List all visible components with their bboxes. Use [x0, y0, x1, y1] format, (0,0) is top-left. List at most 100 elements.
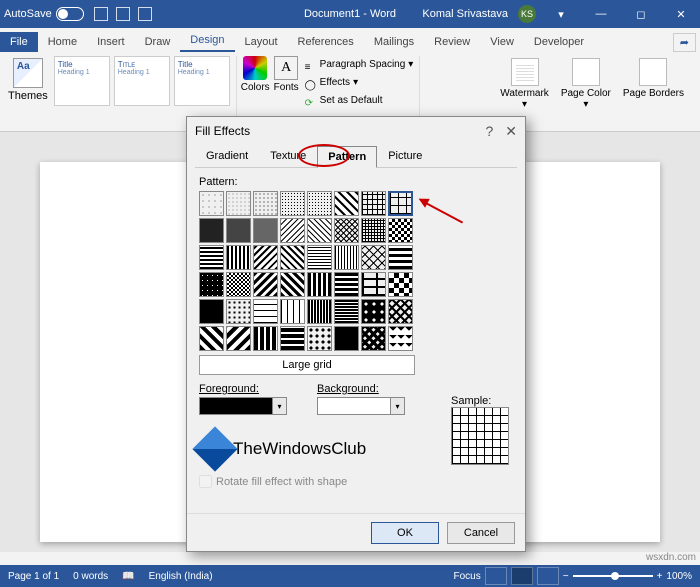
pattern-swatch[interactable]	[307, 326, 332, 351]
zoom-in-icon[interactable]: +	[657, 571, 663, 582]
tab-picture[interactable]: Picture	[377, 145, 433, 167]
tab-insert[interactable]: Insert	[87, 32, 135, 52]
pattern-swatch[interactable]	[388, 272, 413, 297]
tab-mailings[interactable]: Mailings	[364, 32, 424, 52]
close-icon[interactable]: ✕	[505, 123, 517, 140]
style-set-item[interactable]: TitleHeading 1	[174, 56, 230, 106]
themes-button[interactable]: Themes	[6, 56, 50, 104]
maximize-icon[interactable]: ◻	[626, 0, 656, 28]
pattern-swatch[interactable]	[280, 299, 305, 324]
pattern-swatch[interactable]	[199, 272, 224, 297]
pattern-swatch[interactable]	[307, 272, 332, 297]
pattern-swatch[interactable]	[226, 272, 251, 297]
pattern-swatch[interactable]	[253, 272, 278, 297]
pattern-swatch[interactable]	[361, 218, 386, 243]
pattern-swatch[interactable]	[361, 326, 386, 351]
page-color-button[interactable]: Page Color▾	[557, 56, 615, 112]
pattern-swatch[interactable]	[307, 191, 332, 216]
tab-developer[interactable]: Developer	[524, 32, 594, 52]
zoom-out-icon[interactable]: −	[563, 571, 569, 582]
pattern-swatch[interactable]	[388, 299, 413, 324]
pattern-swatch[interactable]	[334, 326, 359, 351]
pattern-swatch[interactable]	[307, 218, 332, 243]
effects-button[interactable]: ◯Effects ▾	[305, 74, 414, 92]
pattern-swatch[interactable]	[388, 245, 413, 270]
pattern-swatch[interactable]	[199, 218, 224, 243]
ribbon-options-icon[interactable]: ▾	[546, 0, 576, 28]
tab-review[interactable]: Review	[424, 32, 480, 52]
pattern-swatch[interactable]	[361, 245, 386, 270]
close-icon[interactable]: ✕	[666, 0, 696, 28]
pattern-swatch[interactable]	[388, 326, 413, 351]
pattern-swatch[interactable]	[253, 191, 278, 216]
save-icon[interactable]	[94, 7, 108, 21]
watermark-button[interactable]: Watermark▾	[496, 56, 553, 112]
pattern-swatch[interactable]	[226, 326, 251, 351]
pattern-swatch[interactable]	[280, 326, 305, 351]
pattern-swatch[interactable]	[361, 299, 386, 324]
set-default-button[interactable]: ⟳Set as Default	[305, 92, 414, 110]
tab-pattern[interactable]: Pattern	[317, 146, 377, 168]
pattern-swatch[interactable]	[253, 326, 278, 351]
pattern-swatch[interactable]	[388, 218, 413, 243]
user-name[interactable]: Komal Srivastava	[422, 8, 508, 20]
ok-button[interactable]: OK	[371, 522, 439, 544]
tab-layout[interactable]: Layout	[235, 32, 288, 52]
tab-draw[interactable]: Draw	[135, 32, 181, 52]
pattern-swatch[interactable]	[280, 245, 305, 270]
foreground-dropdown[interactable]: ▾	[199, 397, 287, 415]
dialog-titlebar[interactable]: Fill Effects ? ✕	[187, 117, 525, 145]
pattern-swatch[interactable]	[253, 299, 278, 324]
pattern-swatch[interactable]	[280, 218, 305, 243]
pattern-swatch[interactable]	[334, 245, 359, 270]
language-indicator[interactable]: English (India)	[149, 571, 213, 582]
pattern-swatch[interactable]	[334, 191, 359, 216]
share-button[interactable]: ➦	[673, 33, 696, 52]
help-icon[interactable]: ?	[485, 123, 493, 140]
background-dropdown[interactable]: ▾	[317, 397, 405, 415]
cancel-button[interactable]: Cancel	[447, 522, 515, 544]
zoom-slider[interactable]	[573, 575, 653, 577]
tab-view[interactable]: View	[480, 32, 524, 52]
spell-check-icon[interactable]: 📖	[122, 571, 134, 582]
word-count[interactable]: 0 words	[73, 571, 108, 582]
web-layout-icon[interactable]	[537, 567, 559, 585]
fonts-button[interactable]: A Fonts	[274, 56, 299, 93]
pattern-swatch[interactable]	[253, 245, 278, 270]
tab-design[interactable]: Design	[180, 30, 234, 52]
pattern-swatch[interactable]	[307, 245, 332, 270]
pattern-swatch[interactable]	[334, 272, 359, 297]
tab-file[interactable]: File	[0, 32, 38, 52]
pattern-swatch[interactable]	[226, 191, 251, 216]
read-mode-icon[interactable]	[485, 567, 507, 585]
pattern-swatch[interactable]	[253, 218, 278, 243]
tab-references[interactable]: References	[288, 32, 364, 52]
pattern-swatch[interactable]	[199, 191, 224, 216]
pattern-swatch[interactable]	[226, 299, 251, 324]
pattern-swatch[interactable]	[280, 191, 305, 216]
pattern-swatch[interactable]	[307, 299, 332, 324]
zoom-level[interactable]: 100%	[666, 571, 692, 582]
pattern-swatch[interactable]	[388, 191, 413, 216]
minimize-icon[interactable]: —	[586, 0, 616, 28]
avatar[interactable]: KS	[518, 5, 536, 23]
page-indicator[interactable]: Page 1 of 1	[8, 571, 59, 582]
pattern-swatch[interactable]	[226, 218, 251, 243]
pattern-swatch[interactable]	[199, 245, 224, 270]
pattern-swatch[interactable]	[361, 272, 386, 297]
undo-icon[interactable]	[116, 7, 130, 21]
page-borders-button[interactable]: Page Borders	[619, 56, 688, 101]
pattern-swatch[interactable]	[199, 326, 224, 351]
focus-mode[interactable]: Focus	[454, 571, 481, 582]
pattern-swatch[interactable]	[226, 245, 251, 270]
pattern-swatch[interactable]	[361, 191, 386, 216]
tab-gradient[interactable]: Gradient	[195, 145, 259, 167]
pattern-swatch[interactable]	[334, 218, 359, 243]
colors-button[interactable]: Colors	[241, 56, 270, 93]
style-set-item[interactable]: TitleHeading 1	[54, 56, 110, 106]
pattern-swatch[interactable]	[334, 299, 359, 324]
tab-home[interactable]: Home	[38, 32, 87, 52]
tab-texture[interactable]: Texture	[259, 145, 317, 167]
pattern-swatch[interactable]	[280, 272, 305, 297]
autosave-toggle[interactable]: AutoSave	[4, 7, 84, 21]
